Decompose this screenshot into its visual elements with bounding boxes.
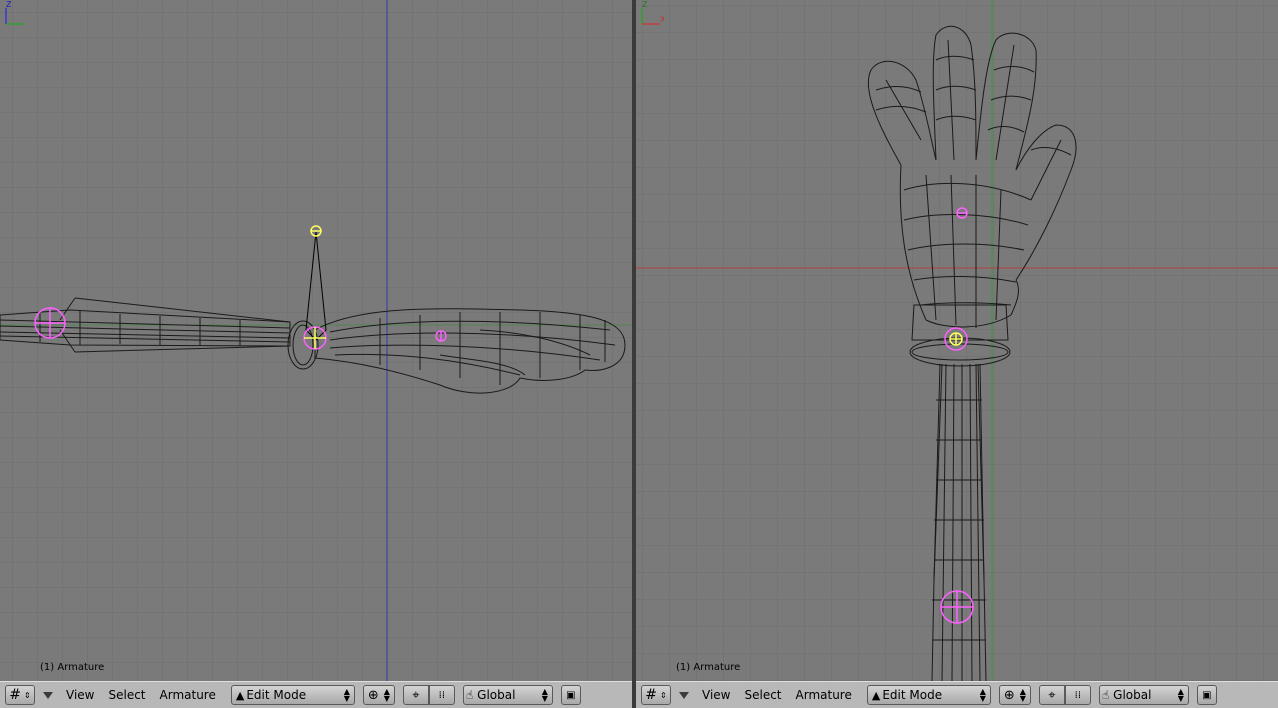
axis-z-letter: Z	[6, 0, 12, 9]
mode-select[interactable]: ▲ Edit Mode ▲ ▼	[866, 685, 991, 705]
crosshair-icon: ⌖	[1048, 687, 1056, 703]
mode-select-label: Edit Mode	[882, 688, 943, 702]
render-button[interactable]: ▣	[560, 685, 581, 705]
transform-orientation-select[interactable]: ☝ Global ▲ ▼	[1098, 685, 1189, 705]
axis-z-letter: Z	[642, 0, 648, 9]
view-menu[interactable]: View	[695, 688, 737, 702]
render-button[interactable]: ▣	[1196, 685, 1217, 705]
select-arrows-icon: ▲ ▼	[1019, 687, 1026, 703]
right-3d-viewport[interactable]: Z X (1) Armature	[636, 0, 1278, 681]
editor-type-button[interactable]: # ⇕	[641, 685, 671, 705]
right-3d-view-header: # ⇕ View Select Armature ▲ Edit Mode ▲ ▼ …	[636, 681, 1278, 708]
pivot-button[interactable]: ⌖	[1038, 685, 1065, 705]
right-viewport-canvas[interactable]	[636, 0, 1278, 681]
axis-x-letter: X	[660, 15, 664, 24]
orientation-label: Global	[1113, 688, 1152, 702]
grid-icon: #	[9, 687, 22, 703]
draw-type-select[interactable]: ⊕ ▲ ▼	[362, 685, 395, 705]
select-arrows-icon: ▲ ▼	[343, 687, 350, 703]
dotted-box-icon: ⁞⁞	[1074, 689, 1082, 701]
transform-orientation-select[interactable]: ☝ Global ▲ ▼	[462, 685, 553, 705]
select-menu[interactable]: Select	[737, 688, 788, 702]
grid-icon: #	[645, 687, 658, 703]
left-3d-view-header: # ⇕ View Select Armature ▲ Edit Mode ▲ ▼ …	[0, 681, 632, 708]
select-arrows-icon: ▲ ▼	[1177, 687, 1184, 703]
armature-edit-icon: ▲	[871, 688, 881, 702]
armature-menu[interactable]: Armature	[153, 688, 223, 702]
triangle-down-icon[interactable]	[679, 691, 689, 699]
axis-gizmo: Z	[5, 0, 24, 25]
render-icon: ▣	[1202, 689, 1212, 701]
select-arrows-icon: ▲ ▼	[541, 687, 548, 703]
wire-sphere-icon: ⊕	[367, 687, 379, 703]
select-arrows-icon: ▲ ▼	[383, 687, 390, 703]
axis-gizmo: Z X	[641, 0, 664, 25]
snap-button[interactable]: ⁞⁞	[1064, 685, 1091, 705]
crosshair-icon: ⌖	[412, 687, 420, 703]
pivot-snap-group: ⌖ ⁞⁞	[402, 685, 455, 705]
object-label: (1) Armature	[676, 662, 741, 673]
mode-select[interactable]: ▲ Edit Mode ▲ ▼	[230, 685, 355, 705]
left-3d-viewport[interactable]: Z (1) Armature	[0, 0, 632, 681]
snap-button[interactable]: ⁞⁞	[428, 685, 455, 705]
armature-edit-icon: ▲	[235, 688, 245, 702]
pivot-snap-group: ⌖ ⁞⁞	[1038, 685, 1091, 705]
mode-select-label: Edit Mode	[246, 688, 307, 702]
object-label: (1) Armature	[40, 662, 105, 673]
hand-icon: ☝	[1101, 688, 1110, 702]
triangle-down-icon[interactable]	[43, 691, 53, 699]
render-icon: ▣	[566, 689, 576, 701]
select-menu[interactable]: Select	[101, 688, 152, 702]
hand-icon: ☝	[465, 688, 474, 702]
armature-menu[interactable]: Armature	[789, 688, 859, 702]
draw-type-select[interactable]: ⊕ ▲ ▼	[998, 685, 1031, 705]
editor-type-button[interactable]: # ⇕	[5, 685, 35, 705]
wire-sphere-icon: ⊕	[1003, 687, 1015, 703]
left-viewport-canvas[interactable]	[0, 0, 632, 681]
pivot-button[interactable]: ⌖	[402, 685, 429, 705]
dotted-box-icon: ⁞⁞	[438, 689, 446, 701]
view-menu[interactable]: View	[59, 688, 101, 702]
orientation-label: Global	[477, 688, 516, 702]
select-arrows-icon: ▲ ▼	[979, 687, 986, 703]
